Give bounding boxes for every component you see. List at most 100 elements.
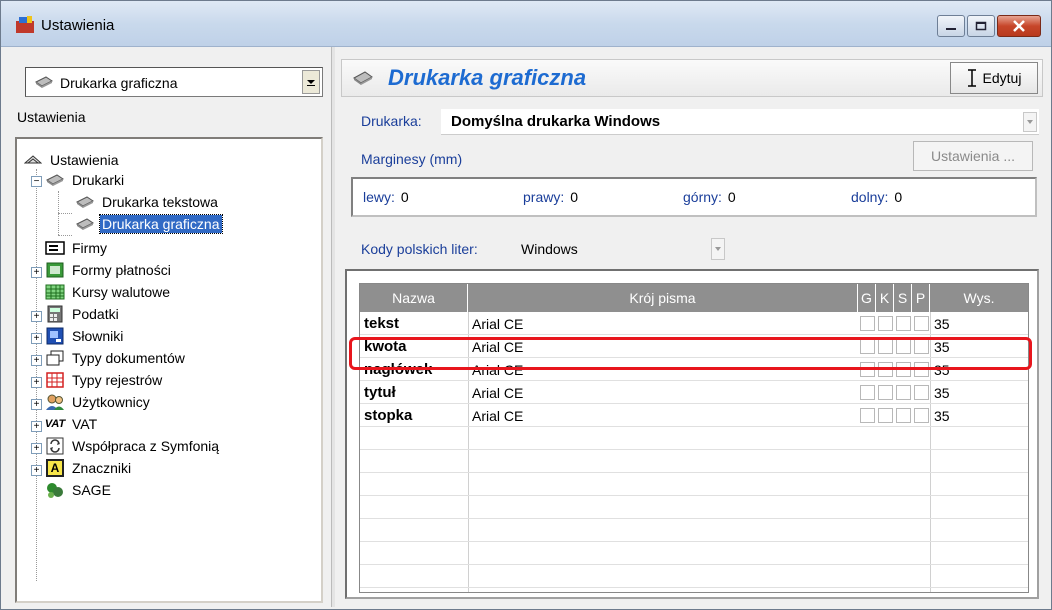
checkbox-p[interactable] [914,316,929,331]
payment-icon [45,261,65,279]
printer-settings-button[interactable]: Ustawienia ... [913,141,1033,171]
col-header-name[interactable]: Nazwa [360,284,468,312]
col-header-font[interactable]: Krój pisma [468,284,858,312]
checkbox-s[interactable] [896,316,911,331]
checkbox-k[interactable] [878,362,893,377]
company-card-icon [45,239,65,257]
tree-item-vat[interactable]: VAT VAT [45,413,99,435]
checkbox-s[interactable] [896,362,911,377]
expand-toggle-vat[interactable]: + [31,421,42,432]
font-family-cell[interactable]: Arial CE [468,335,858,358]
checkbox-p[interactable] [914,408,929,423]
close-button[interactable] [997,15,1041,37]
tree-item-sage[interactable]: SAGE [45,479,113,501]
table-row[interactable]: stopka Arial CE 35 [360,404,1028,427]
expand-toggle-znaczniki[interactable]: + [31,465,42,476]
polish-codes-select[interactable]: Windows [513,235,727,263]
col-header-s[interactable]: S [894,284,912,312]
margin-left-field[interactable]: lewy: 0 [363,189,409,205]
table-row[interactable] [360,496,1028,519]
font-height-cell[interactable]: 35 [930,404,1028,427]
table-row[interactable] [360,427,1028,450]
checkbox-g[interactable] [860,362,875,377]
printer-dropdown-arrow[interactable] [1023,112,1037,132]
margin-bottom-field[interactable]: dolny: 0 [851,189,902,205]
checkbox-k[interactable] [878,408,893,423]
tree-item-wspolpraca[interactable]: Współpraca z Symfonią [45,435,221,457]
tree-item-typy-dokumentow[interactable]: Typy dokumentów [45,347,187,369]
tree-item-podatki[interactable]: Podatki [45,303,121,325]
checkbox-g[interactable] [860,339,875,354]
checkbox-g[interactable] [860,385,875,400]
minimize-button[interactable] [937,15,965,37]
table-row[interactable]: tytuł Arial CE 35 [360,381,1028,404]
checkbox-g[interactable] [860,316,875,331]
font-height-cell[interactable]: 35 [930,335,1028,358]
font-family-cell[interactable]: Arial CE [468,381,858,404]
checkbox-p[interactable] [914,385,929,400]
font-height-cell[interactable]: 35 [930,358,1028,381]
tree-item-drukarka-tekstowa[interactable]: Drukarka tekstowa [75,191,220,213]
expand-toggle-podatki[interactable]: + [31,311,42,322]
margin-right-field[interactable]: prawy: 0 [523,189,578,205]
tree-item-slowniki[interactable]: Słowniki [45,325,125,347]
expand-toggle-drukarki[interactable]: − [31,176,42,187]
font-height-cell[interactable]: 35 [930,312,1028,335]
printer-label: Drukarka: [361,113,422,129]
checkbox-k[interactable] [878,316,893,331]
expand-toggle-wspolpraca[interactable]: + [31,443,42,454]
settings-category-select[interactable]: Drukarka graficzna [25,67,323,97]
tree-item-formy-platnosci[interactable]: Formy płatności [45,259,173,281]
tree-item-typy-rejestrow[interactable]: Typy rejestrów [45,369,164,391]
expand-toggle-slowniki[interactable]: + [31,333,42,344]
tree-item-uzytkownicy[interactable]: Użytkownicy [45,391,152,413]
maximize-button[interactable] [967,15,995,37]
expand-toggle-formy[interactable]: + [31,267,42,278]
checkbox-k[interactable] [878,339,893,354]
font-family-cell[interactable]: Arial CE [468,312,858,335]
font-family-cell[interactable]: Arial CE [468,358,858,381]
table-row[interactable]: tekst Arial CE 35 [360,312,1028,335]
table-row[interactable]: nagłówek Arial CE 35 [360,358,1028,381]
col-header-p[interactable]: P [912,284,930,312]
table-row[interactable] [360,542,1028,565]
documents-icon [45,349,65,367]
checkbox-g[interactable] [860,408,875,423]
tree-item-drukarki[interactable]: Drukarki [45,169,126,191]
tree-item-znaczniki[interactable]: A Znaczniki [45,457,133,479]
table-row[interactable] [360,519,1028,542]
expand-toggle-typy-rejestrow[interactable]: + [31,377,42,388]
tree-item-kursy-walutowe[interactable]: Kursy walutowe [45,281,172,303]
pane-splitter[interactable] [331,47,335,607]
polish-codes-label: Kody polskich liter: [361,241,478,257]
col-header-g[interactable]: G [858,284,876,312]
table-row[interactable] [360,565,1028,588]
table-row[interactable]: kwota Arial CE 35 [360,335,1028,358]
checkbox-s[interactable] [896,385,911,400]
col-header-k[interactable]: K [876,284,894,312]
font-style-name: tytuł [364,384,396,401]
checkbox-k[interactable] [878,385,893,400]
font-family-cell[interactable]: Arial CE [468,404,858,427]
checkbox-p[interactable] [914,362,929,377]
printer-select[interactable]: Domyślna drukarka Windows [441,109,1039,135]
font-style-name: tekst [364,315,400,332]
dropdown-arrow[interactable] [302,70,320,94]
tree-item-root[interactable]: Ustawienia [23,149,120,171]
fonts-grid[interactable]: Nazwa Krój pisma G K S P Wys. tekst Arial… [359,283,1029,593]
col-header-height[interactable]: Wys. [930,284,1028,312]
expand-toggle-uzytkownicy[interactable]: + [31,399,42,410]
font-height-cell[interactable]: 35 [930,381,1028,404]
codes-dropdown-arrow[interactable] [711,238,725,260]
checkbox-p[interactable] [914,339,929,354]
margin-top-field[interactable]: górny: 0 [683,189,736,205]
tree-item-firmy[interactable]: Firmy [45,237,109,259]
expand-toggle-typy-dokumentow[interactable]: + [31,355,42,366]
checkbox-s[interactable] [896,408,911,423]
table-row[interactable] [360,450,1028,473]
tree-item-drukarka-graficzna[interactable]: Drukarka graficzna [75,213,223,235]
settings-tree[interactable]: Ustawienia − Drukarki Drukarka tekstowa [15,137,323,603]
checkbox-s[interactable] [896,339,911,354]
edit-button[interactable]: Edytuj [950,62,1038,94]
table-row[interactable] [360,473,1028,496]
